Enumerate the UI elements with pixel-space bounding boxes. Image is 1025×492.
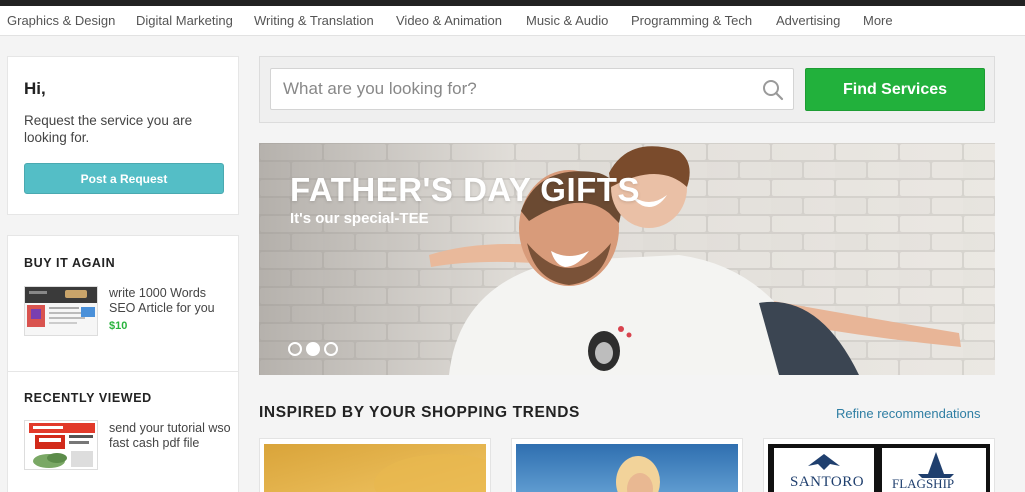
flagship-logo-text: FLAGSHIP: [892, 476, 955, 491]
carousel-dots: [288, 342, 338, 356]
section-divider: [8, 371, 239, 372]
gig-card-1[interactable]: [259, 438, 491, 492]
nav-writing-translation[interactable]: Writing & Translation: [254, 13, 374, 28]
nav-digital-marketing[interactable]: Digital Marketing: [136, 13, 233, 28]
greeting-text: Request the service you are looking for.: [24, 113, 193, 145]
gig-card-3[interactable]: SANTORO FLAGSHIP: [763, 438, 995, 492]
gig-card-2-image: [516, 444, 738, 492]
category-nav: Graphics & Design Digital Marketing Writ…: [0, 6, 1025, 36]
carousel-dot-1[interactable]: [288, 342, 302, 356]
hero-title: FATHER'S DAY GIFTS: [290, 171, 640, 208]
history-card: BUY IT AGAIN write 1000 Words SEO Articl…: [7, 235, 239, 492]
buy-again-price: $10: [109, 320, 128, 332]
recently-viewed-heading: RECENTLY VIEWED: [24, 391, 152, 405]
gig-card-1-image: [264, 444, 486, 492]
greeting-title: Hi,: [24, 79, 46, 98]
search-input[interactable]: [270, 68, 794, 110]
nav-programming-tech[interactable]: Programming & Tech: [631, 13, 752, 28]
refine-recommendations-link[interactable]: Refine recommendations: [836, 406, 981, 421]
search-bar: Find Services: [259, 56, 995, 123]
hero-banner[interactable]: FATHER'S DAY GIFTS It's our special-TEE: [259, 143, 995, 375]
nav-music-audio[interactable]: Music & Audio: [526, 13, 608, 28]
nav-video-animation[interactable]: Video & Animation: [396, 13, 502, 28]
santoro-logo-text: SANTORO: [790, 474, 865, 490]
find-services-button[interactable]: Find Services: [805, 68, 985, 111]
carousel-dot-2[interactable]: [306, 342, 320, 356]
buy-again-item-title[interactable]: write 1000 Words SEO Article for you: [109, 286, 234, 316]
nav-graphics-design[interactable]: Graphics & Design: [7, 13, 115, 28]
nav-advertising[interactable]: Advertising: [776, 13, 840, 28]
hero-subtitle: It's our special-TEE: [290, 210, 429, 227]
recently-viewed-item-title[interactable]: send your tutorial wso fast cash pdf fil…: [109, 421, 234, 451]
buy-again-heading: BUY IT AGAIN: [24, 256, 116, 270]
post-request-button[interactable]: Post a Request: [24, 163, 224, 194]
search-icon[interactable]: [762, 79, 784, 101]
carousel-dot-3[interactable]: [324, 342, 338, 356]
gig-card-2[interactable]: [511, 438, 743, 492]
buy-again-thumbnail[interactable]: [24, 286, 98, 336]
nav-more[interactable]: More: [863, 13, 893, 28]
recently-viewed-thumbnail[interactable]: [24, 420, 98, 470]
trends-heading: INSPIRED BY YOUR SHOPPING TRENDS: [259, 404, 580, 421]
greeting-card: Hi, Request the service you are looking …: [7, 56, 239, 215]
